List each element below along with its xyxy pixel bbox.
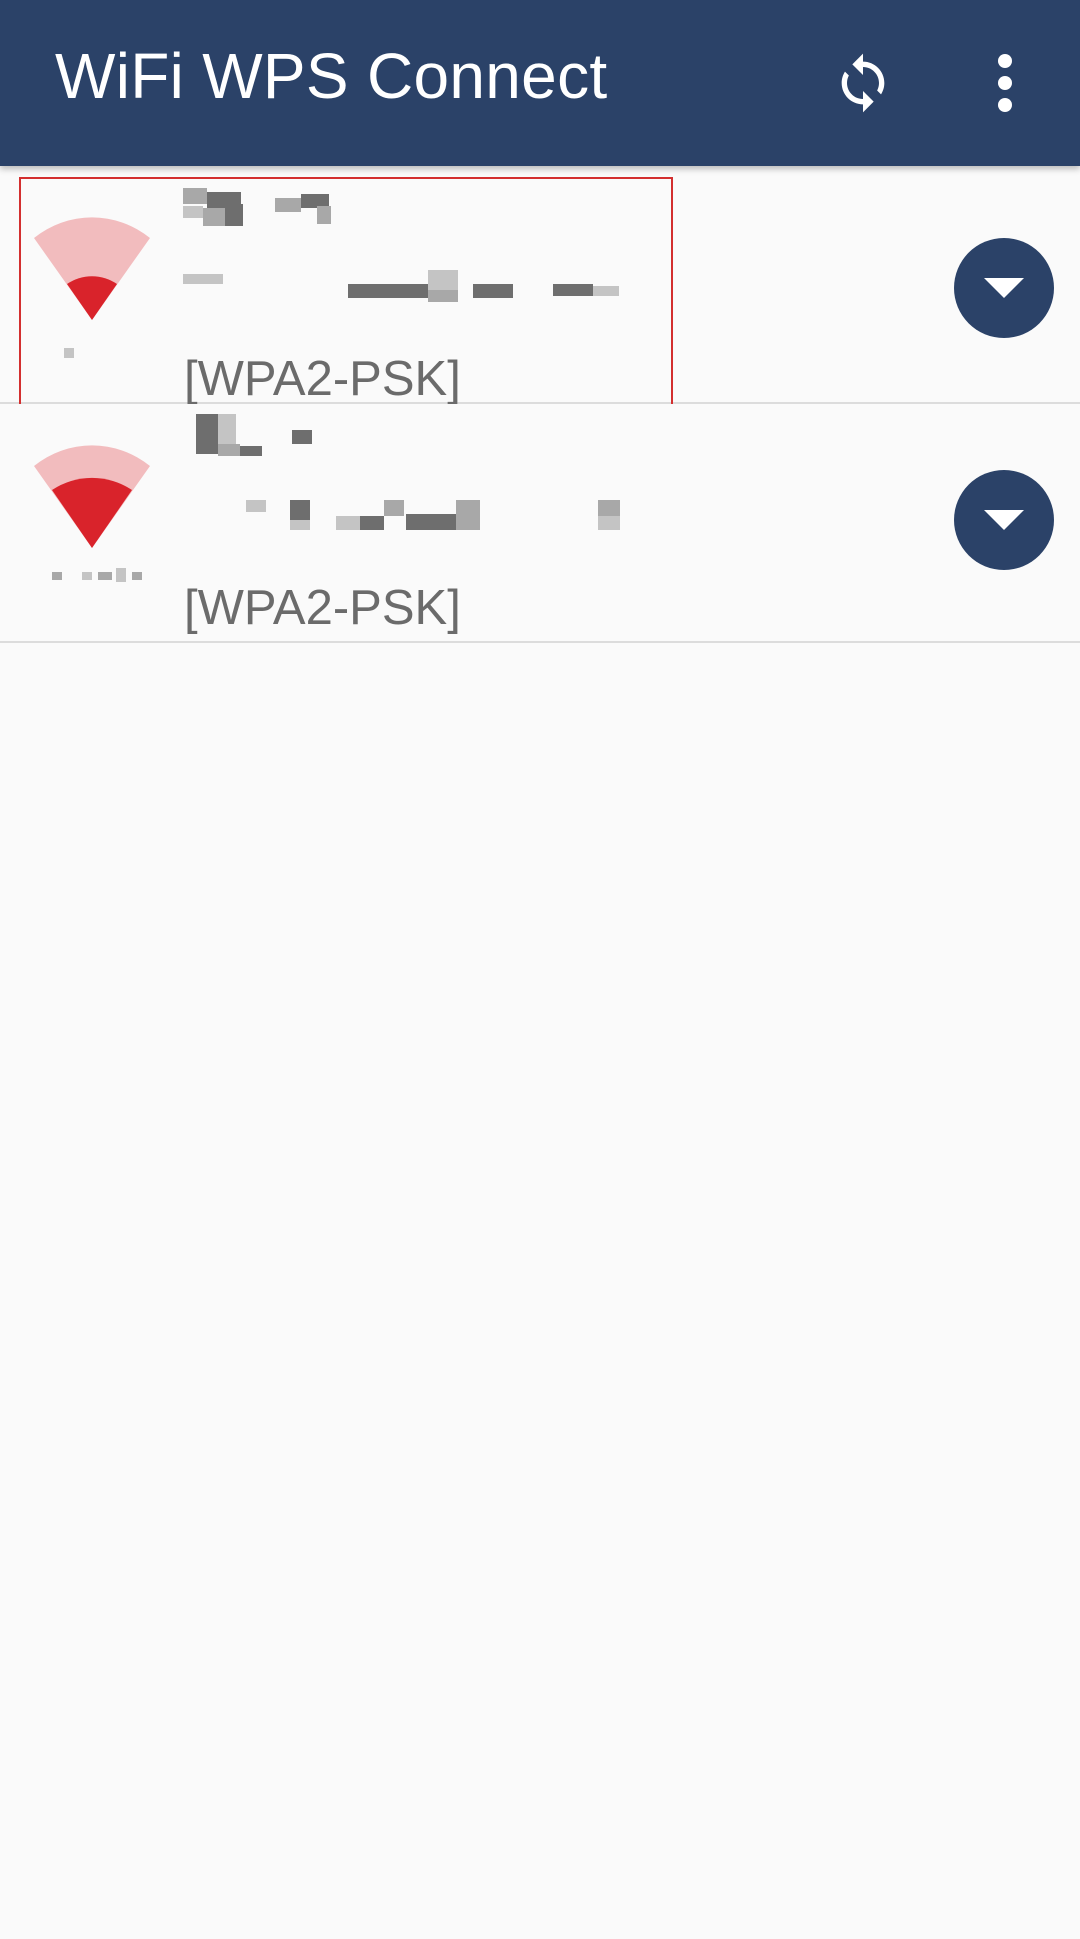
refresh-icon bbox=[841, 53, 885, 113]
more-vert-icon bbox=[998, 54, 1012, 112]
network-row[interactable]: [WPA2-PSK] bbox=[0, 404, 1080, 643]
overflow-menu-button[interactable] bbox=[945, 23, 1065, 143]
wifi-signal-icon bbox=[34, 217, 150, 320]
expand-button[interactable] bbox=[954, 470, 1054, 570]
wifi-signal-icon bbox=[34, 445, 150, 548]
security-label: [WPA2-PSK] bbox=[184, 352, 461, 406]
frequency-text-redacted bbox=[46, 348, 146, 362]
refresh-button[interactable] bbox=[803, 23, 923, 143]
ssid-text-redacted bbox=[183, 188, 363, 228]
ssid-text-redacted bbox=[196, 414, 376, 456]
bssid-text-redacted bbox=[216, 500, 676, 530]
app-title: WiFi WPS Connect bbox=[55, 40, 608, 112]
bssid-text-redacted bbox=[183, 270, 643, 302]
network-list: [WPA2-PSK] [WPA2-PSK] bbox=[0, 166, 1080, 643]
frequency-text-redacted bbox=[46, 568, 146, 586]
expand-button[interactable] bbox=[954, 238, 1054, 338]
security-label: [WPA2-PSK] bbox=[184, 581, 461, 635]
arrow-drop-down-icon bbox=[984, 278, 1024, 298]
app-bar: WiFi WPS Connect bbox=[0, 0, 1080, 166]
arrow-drop-down-icon bbox=[984, 510, 1024, 530]
network-row[interactable]: [WPA2-PSK] bbox=[0, 177, 1080, 406]
